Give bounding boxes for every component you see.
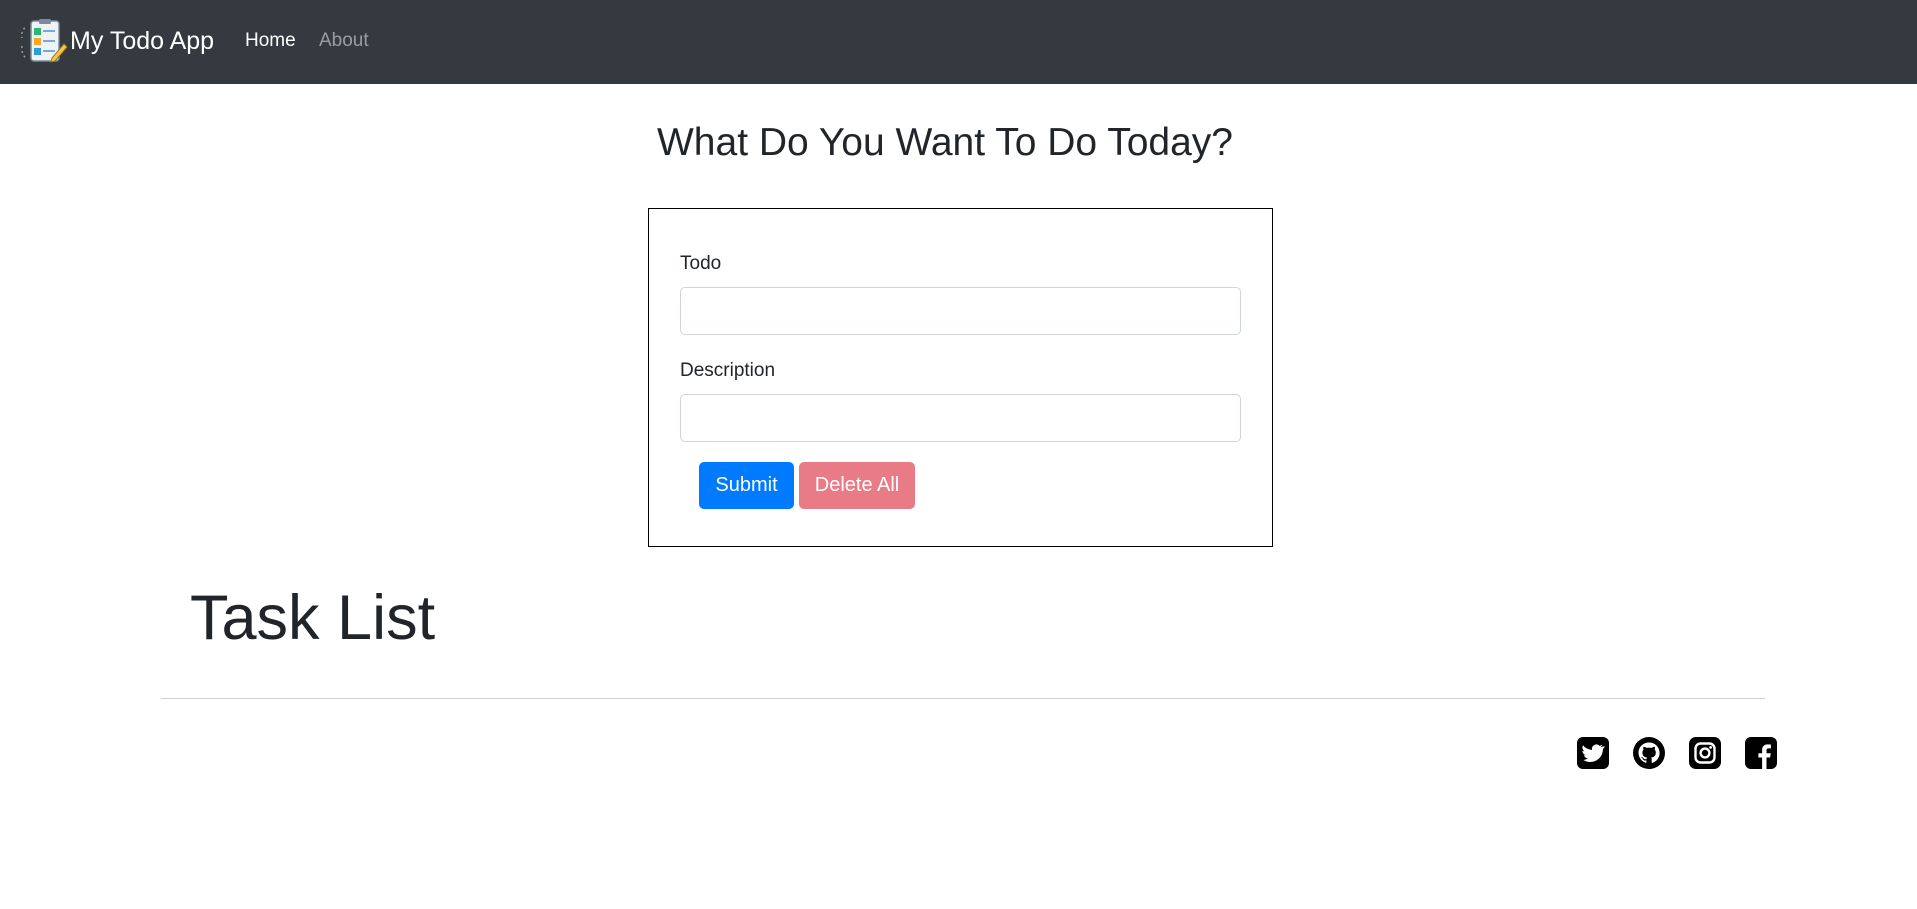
twitter-icon xyxy=(1576,736,1610,770)
footer-divider xyxy=(161,698,1765,699)
github-link[interactable] xyxy=(1632,736,1666,770)
instagram-link[interactable] xyxy=(1688,736,1722,770)
task-list-title: Task List xyxy=(190,583,436,653)
todo-form: Todo Description Submit Delete All xyxy=(648,208,1273,547)
facebook-link[interactable] xyxy=(1744,736,1778,770)
todo-app-logo-icon[interactable] xyxy=(19,18,69,66)
nav-home-link[interactable]: Home xyxy=(245,28,296,54)
instagram-icon xyxy=(1688,736,1722,770)
todo-label: Todo xyxy=(680,253,722,274)
todo-input[interactable] xyxy=(680,287,1241,335)
navbar: My Todo App Home About xyxy=(0,0,1917,84)
facebook-icon xyxy=(1744,736,1778,770)
nav-about-link[interactable]: About xyxy=(319,28,369,54)
description-label: Description xyxy=(680,360,776,381)
twitter-link[interactable] xyxy=(1576,736,1610,770)
description-input[interactable] xyxy=(680,394,1241,442)
delete-all-button[interactable]: Delete All xyxy=(799,462,915,509)
github-icon xyxy=(1632,736,1666,770)
brand-link[interactable]: My Todo App xyxy=(70,23,214,59)
page-title: What Do You Want To Do Today? xyxy=(657,121,1233,164)
submit-button[interactable]: Submit xyxy=(699,462,794,509)
